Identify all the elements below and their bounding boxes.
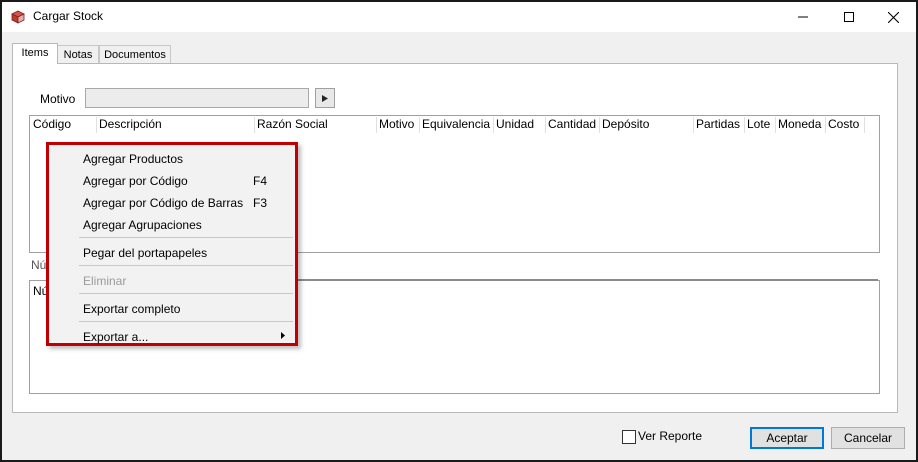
cancelar-button[interactable]: Cancelar [831, 427, 905, 449]
column-divider[interactable] [693, 117, 694, 133]
column-header-cantidad[interactable]: Cantidad [548, 117, 596, 131]
motivo-select-button[interactable] [315, 88, 335, 108]
ver-reporte-label[interactable]: Ver Reporte [638, 429, 702, 443]
menu-item-eliminar: Eliminar [83, 274, 127, 288]
splitter-line[interactable] [298, 279, 878, 281]
column-divider[interactable] [599, 117, 600, 133]
maximize-icon [844, 12, 854, 22]
column-header-moneda[interactable]: Moneda [778, 117, 821, 131]
column-header-razon-social[interactable]: Razón Social [257, 117, 328, 131]
column-divider[interactable] [545, 117, 546, 133]
menu-item-agregar-agrupaciones[interactable]: Agregar Agrupaciones [83, 218, 202, 232]
minimize-icon [798, 16, 808, 18]
play-arrow-icon [322, 94, 328, 102]
menu-item-exportar-completo[interactable]: Exportar completo [83, 302, 180, 316]
menu-separator [79, 321, 293, 322]
column-divider[interactable] [493, 117, 494, 133]
minimize-button[interactable] [780, 2, 826, 32]
column-divider[interactable] [744, 117, 745, 133]
menu-item-exportar-a[interactable]: Exportar a... [83, 330, 148, 344]
submenu-arrow-icon [281, 332, 285, 339]
tab-items[interactable]: Items [12, 43, 58, 64]
window-title: Cargar Stock [33, 9, 104, 23]
tab-documentos[interactable]: Documentos [99, 45, 171, 64]
column-divider[interactable] [96, 117, 97, 133]
close-icon [887, 11, 899, 23]
column-header-deposito[interactable]: Depósito [602, 117, 649, 131]
column-header-partidas[interactable]: Partidas [696, 117, 740, 131]
aceptar-button[interactable]: Aceptar [750, 427, 824, 449]
column-header-unidad[interactable]: Unidad [496, 117, 534, 131]
menu-shortcut-f4: F4 [253, 174, 268, 188]
menu-shortcut-f3: F3 [253, 196, 268, 210]
column-header-costo[interactable]: Costo [828, 117, 859, 131]
lower-section-label: Nú [31, 258, 47, 272]
column-header-lote[interactable]: Lote [747, 117, 770, 131]
menu-separator [79, 237, 293, 238]
column-divider[interactable] [376, 117, 377, 133]
maximize-button[interactable] [826, 2, 872, 32]
ver-reporte-checkbox[interactable] [622, 430, 636, 444]
motivo-field[interactable] [85, 88, 309, 108]
column-divider[interactable] [419, 117, 420, 133]
column-header-equivalencia[interactable]: Equivalencia [422, 117, 490, 131]
column-header-descripcion[interactable]: Descripción [99, 117, 162, 131]
column-header-motivo[interactable]: Motivo [379, 117, 414, 131]
cube-app-icon [11, 10, 25, 24]
context-menu-gutter [49, 145, 75, 343]
column-divider[interactable] [254, 117, 255, 133]
column-header-codigo[interactable]: Código [33, 117, 71, 131]
tab-notas[interactable]: Notas [57, 45, 99, 64]
column-divider[interactable] [775, 117, 776, 133]
menu-item-agregar-por-codigo-de-barras[interactable]: Agregar por Código de Barras [83, 196, 243, 210]
menu-separator [79, 265, 293, 266]
motivo-label: Motivo [40, 92, 76, 106]
close-button[interactable] [870, 2, 916, 32]
menu-item-agregar-productos[interactable]: Agregar Productos [83, 152, 183, 166]
context-menu: Agregar Productos Agregar por Código F4 … [46, 142, 298, 346]
column-divider[interactable] [864, 117, 865, 133]
title-bar: Cargar Stock [2, 2, 916, 32]
menu-item-agregar-por-codigo[interactable]: Agregar por Código [83, 174, 188, 188]
menu-separator [79, 293, 293, 294]
column-divider[interactable] [825, 117, 826, 133]
menu-item-pegar-del-portapapeles[interactable]: Pegar del portapapeles [83, 246, 207, 260]
